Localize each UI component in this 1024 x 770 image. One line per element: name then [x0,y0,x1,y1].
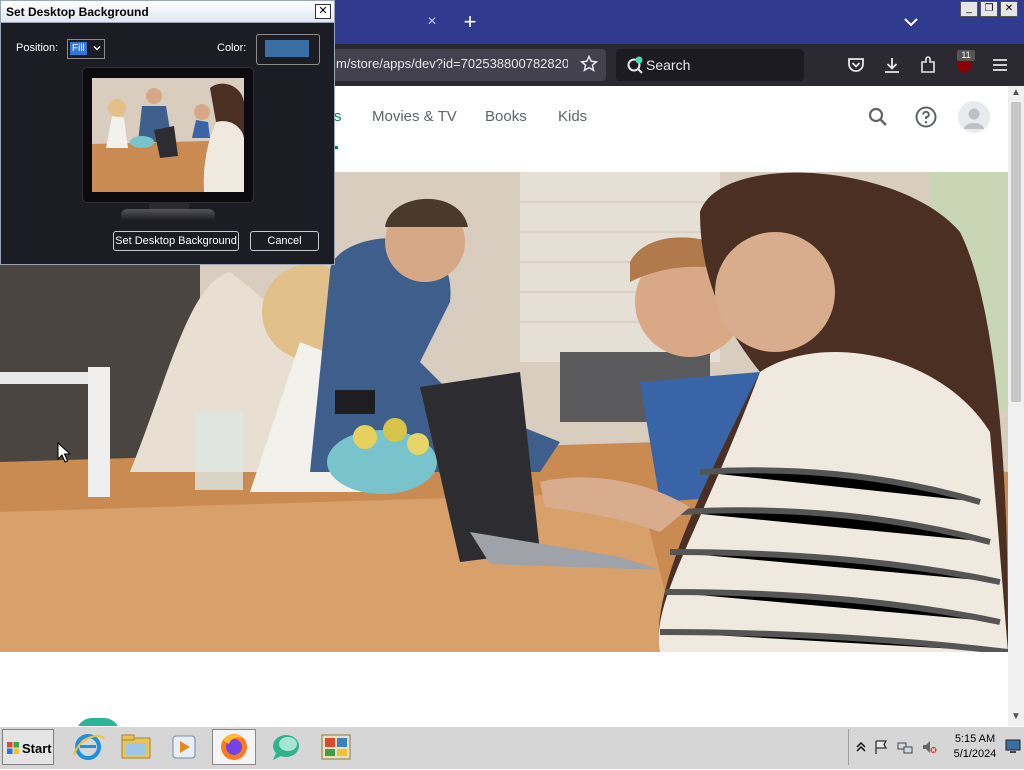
window-controls: _ ❐ ✕ [960,1,1018,17]
search-bar[interactable]: Search [616,49,804,81]
preview-family-photo [92,78,244,192]
show-hidden-icons-chevron-icon[interactable] [853,739,869,755]
set-desktop-background-dialog: Set Desktop Background ✕ Position: Fill … [0,0,335,265]
folder-icon [121,734,151,759]
chevron-down-icon [93,46,101,51]
windows-flag-icon [7,742,19,754]
downloads-icon[interactable] [882,55,902,75]
wallpaper-preview [92,78,244,192]
start-label: Start [22,741,52,756]
color-swatch [265,40,309,57]
file-explorer-taskbar-button[interactable] [114,729,158,765]
dialog-close-button[interactable]: ✕ [315,4,331,19]
color-picker-button[interactable] [256,34,320,65]
restore-button[interactable]: ❐ [980,1,998,17]
chat-bubble-icon [273,735,299,760]
position-selected-value: Fill [70,42,87,55]
control-panel-icon [321,734,351,760]
control-panel-taskbar-button[interactable] [314,729,358,765]
extensions-icon[interactable] [918,55,938,75]
position-label: Position: [16,42,59,54]
clock-time[interactable]: 5:15 AM [949,733,1001,745]
new-tab-button[interactable]: + [460,10,480,34]
start-button[interactable]: Start [2,729,54,765]
nav-item-apps-partial[interactable]: s [334,108,342,125]
address-text[interactable]: m/store/apps/dev?id=70253880078282096 [336,56,568,74]
scroll-up-arrow-icon[interactable]: ▲ [1011,88,1021,98]
hamburger-menu-icon[interactable] [990,55,1010,75]
system-tray: 5:15 AM 5/1/2024 [848,729,1023,765]
media-player-taskbar-button[interactable] [162,729,206,765]
volume-muted-icon[interactable] [921,739,937,755]
pocket-icon[interactable] [846,55,866,75]
color-label: Color: [217,42,247,54]
firefox-icon [221,734,247,760]
scroll-down-arrow-icon[interactable]: ▼ [1011,712,1021,722]
page-scrollbar[interactable]: ▲ ▼ [1008,86,1024,726]
monitor-preview [83,68,253,202]
search-icon[interactable] [866,105,890,129]
cancel-button[interactable]: Cancel [250,231,319,251]
taskbar: Start 5:15 AM 5/1/2024 [0,726,1024,769]
search-placeholder: Search [646,57,691,73]
action-center-flag-icon[interactable] [873,739,889,755]
extension-badge: 11 [957,50,975,61]
monitor-stand-base [121,209,215,221]
minimize-button[interactable]: _ [960,1,978,17]
position-select[interactable]: Fill [67,39,105,59]
nav-item-kids[interactable]: Kids [558,108,587,125]
show-desktop-icon[interactable] [1005,738,1021,754]
mouse-cursor-icon [57,442,71,463]
internet-explorer-taskbar-button[interactable] [66,729,110,765]
media-player-icon [172,735,196,759]
firefox-taskbar-button[interactable] [212,729,256,765]
page-lower-section [0,652,1008,734]
bookmark-star-icon[interactable] [580,55,598,73]
nav-item-books[interactable]: Books [485,108,527,125]
tab-list-chevron-icon[interactable] [900,12,922,32]
person-icon [964,108,984,129]
clock-date[interactable]: 5/1/2024 [949,748,1001,760]
internet-explorer-icon [73,734,105,760]
search-engine-icon [627,56,643,74]
set-desktop-background-button[interactable]: Set Desktop Background [113,231,239,251]
nav-item-movies-tv[interactable]: Movies & TV [372,108,457,125]
window-close-button[interactable]: ✕ [1000,1,1018,17]
help-icon[interactable] [914,105,938,129]
scroll-thumb[interactable] [1011,102,1021,402]
dialog-title: Set Desktop Background [6,5,149,19]
account-avatar[interactable] [958,101,990,133]
address-bar[interactable]: m/store/apps/dev?id=70253880078282096 [330,49,606,81]
dialog-title-bar[interactable]: Set Desktop Background ✕ [1,1,334,23]
chat-app-taskbar-button[interactable] [264,729,308,765]
network-icon[interactable] [897,739,913,755]
tab-close-button[interactable]: × [424,12,440,32]
